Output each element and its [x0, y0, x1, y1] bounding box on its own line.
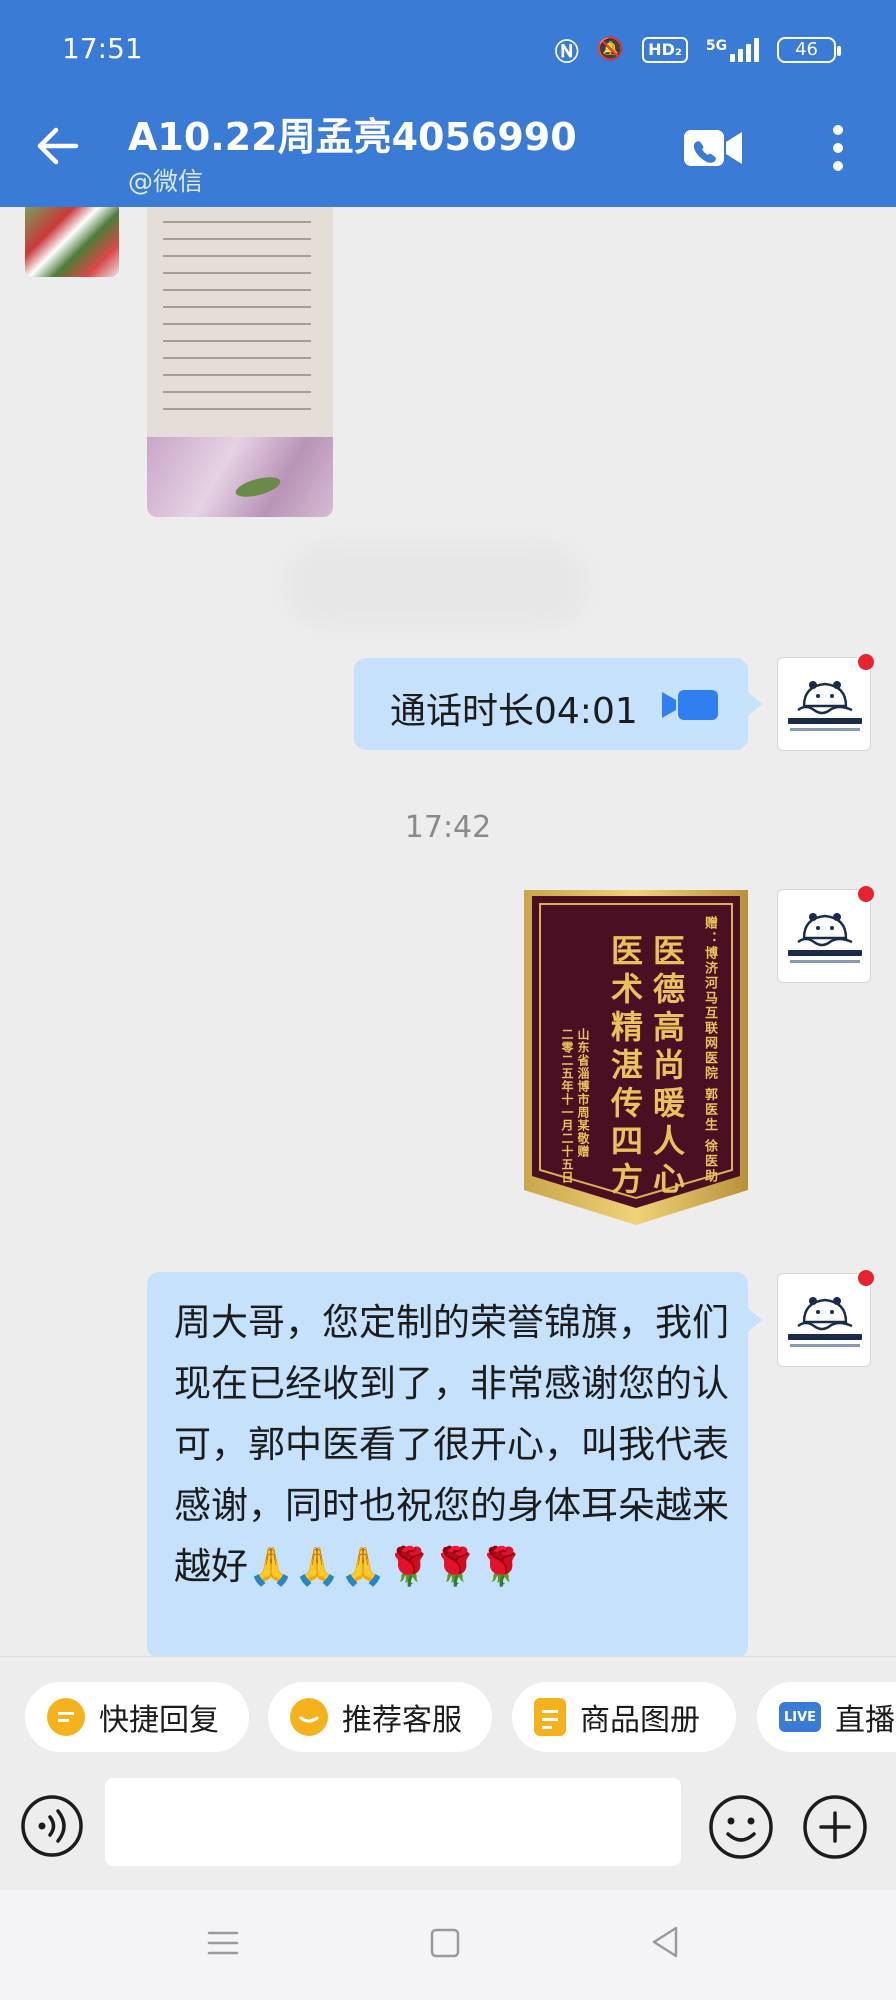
- banner-main-text-left: 医术精湛传四方: [606, 934, 644, 1200]
- hippo-logo-icon: [797, 913, 853, 947]
- avatar[interactable]: [777, 654, 874, 751]
- status-time: 17:51: [62, 32, 143, 65]
- video-call-icon[interactable]: [682, 124, 744, 172]
- plus-icon[interactable]: [802, 1794, 868, 1860]
- more-options-icon[interactable]: [820, 120, 856, 176]
- bubble-tail: [748, 1308, 762, 1332]
- banner-recipient-text: 赠：博济河马互联网医院 郭医生 徐医助: [702, 916, 717, 1185]
- chat-subtitle: @微信: [128, 167, 204, 196]
- emoji-icon[interactable]: [708, 1794, 774, 1860]
- reply-message-bubble[interactable]: 周大哥，您定制的荣誉锦旗，我们现在已经收到了，非常感谢您的认可，郭中医看了很开心…: [147, 1272, 748, 1658]
- back-arrow-icon[interactable]: [30, 118, 86, 174]
- video-camera-icon: [662, 690, 718, 720]
- live-icon: LIVE: [779, 1702, 821, 1732]
- banner-date-text: 二零二五年十一月二十五日: [560, 1028, 574, 1184]
- signal-icon: 5G: [706, 37, 760, 62]
- mute-icon: 🔕: [596, 37, 625, 62]
- battery-icon: 46: [777, 36, 841, 63]
- reply-message-text: 周大哥，您定制的荣誉锦旗，我们现在已经收到了，非常感谢您的认可，郭中医看了很开心…: [174, 1301, 729, 1588]
- handwritten-letter-photo-message[interactable]: [147, 207, 333, 517]
- voice-input-icon[interactable]: [20, 1794, 84, 1858]
- service-icon: [290, 1698, 328, 1736]
- quick-reply-icon: [47, 1698, 85, 1736]
- banner-main-text-right: 医德高尚暖人心: [648, 934, 686, 1200]
- banner-sender-text: 山东省淄博市周某敬赠: [576, 1028, 590, 1158]
- quick-reply-bar: 快捷回复 推荐客服 商品图册 LIVE 直播: [0, 1656, 896, 1774]
- unread-dot: [858, 654, 874, 670]
- home-icon[interactable]: [428, 1926, 462, 1960]
- unread-dot: [858, 1270, 874, 1286]
- call-record-bubble[interactable]: 通话时长04:01: [354, 658, 748, 750]
- avatar[interactable]: [777, 1270, 874, 1367]
- hd-icon: HD₂: [642, 36, 688, 63]
- avatar[interactable]: [777, 886, 874, 983]
- nfc-icon: Ⓝ: [554, 38, 579, 66]
- honor-banner-photo-message[interactable]: 赠：博济河马互联网医院 郭医生 徐医助 医德高尚暖人心 医术精湛传四方 山东省淄…: [524, 890, 748, 1225]
- status-icons: Ⓝ 🔕 HD₂ 5G 46: [554, 32, 841, 67]
- recommend-service-chip[interactable]: 推荐客服: [268, 1682, 492, 1752]
- chat-title: A10.22周孟亮4056990: [128, 115, 577, 159]
- message-timestamp: 17:42: [404, 810, 492, 845]
- chat-header: 17:51 Ⓝ 🔕 HD₂ 5G 46 A10.22周孟亮4056990 @微信: [0, 0, 896, 207]
- hippo-logo-icon: [797, 1297, 853, 1331]
- live-stream-chip[interactable]: LIVE 直播: [757, 1682, 896, 1752]
- system-navigation-bar: [0, 1890, 896, 2000]
- call-duration-text: 通话时长04:01: [390, 691, 638, 732]
- menu-icon[interactable]: [206, 1926, 240, 1960]
- hippo-logo-icon: [797, 681, 853, 715]
- unread-dot: [858, 886, 874, 902]
- bubble-tail: [748, 692, 762, 716]
- catalog-icon: [534, 1698, 566, 1736]
- blurred-region: [286, 545, 586, 625]
- nav-back-icon[interactable]: [648, 1924, 682, 1960]
- input-bar: [0, 1774, 896, 1890]
- product-catalog-chip[interactable]: 商品图册: [512, 1682, 736, 1752]
- flower-photo-message[interactable]: [25, 207, 119, 277]
- quick-reply-chip[interactable]: 快捷回复: [25, 1682, 249, 1752]
- message-input[interactable]: [105, 1778, 681, 1866]
